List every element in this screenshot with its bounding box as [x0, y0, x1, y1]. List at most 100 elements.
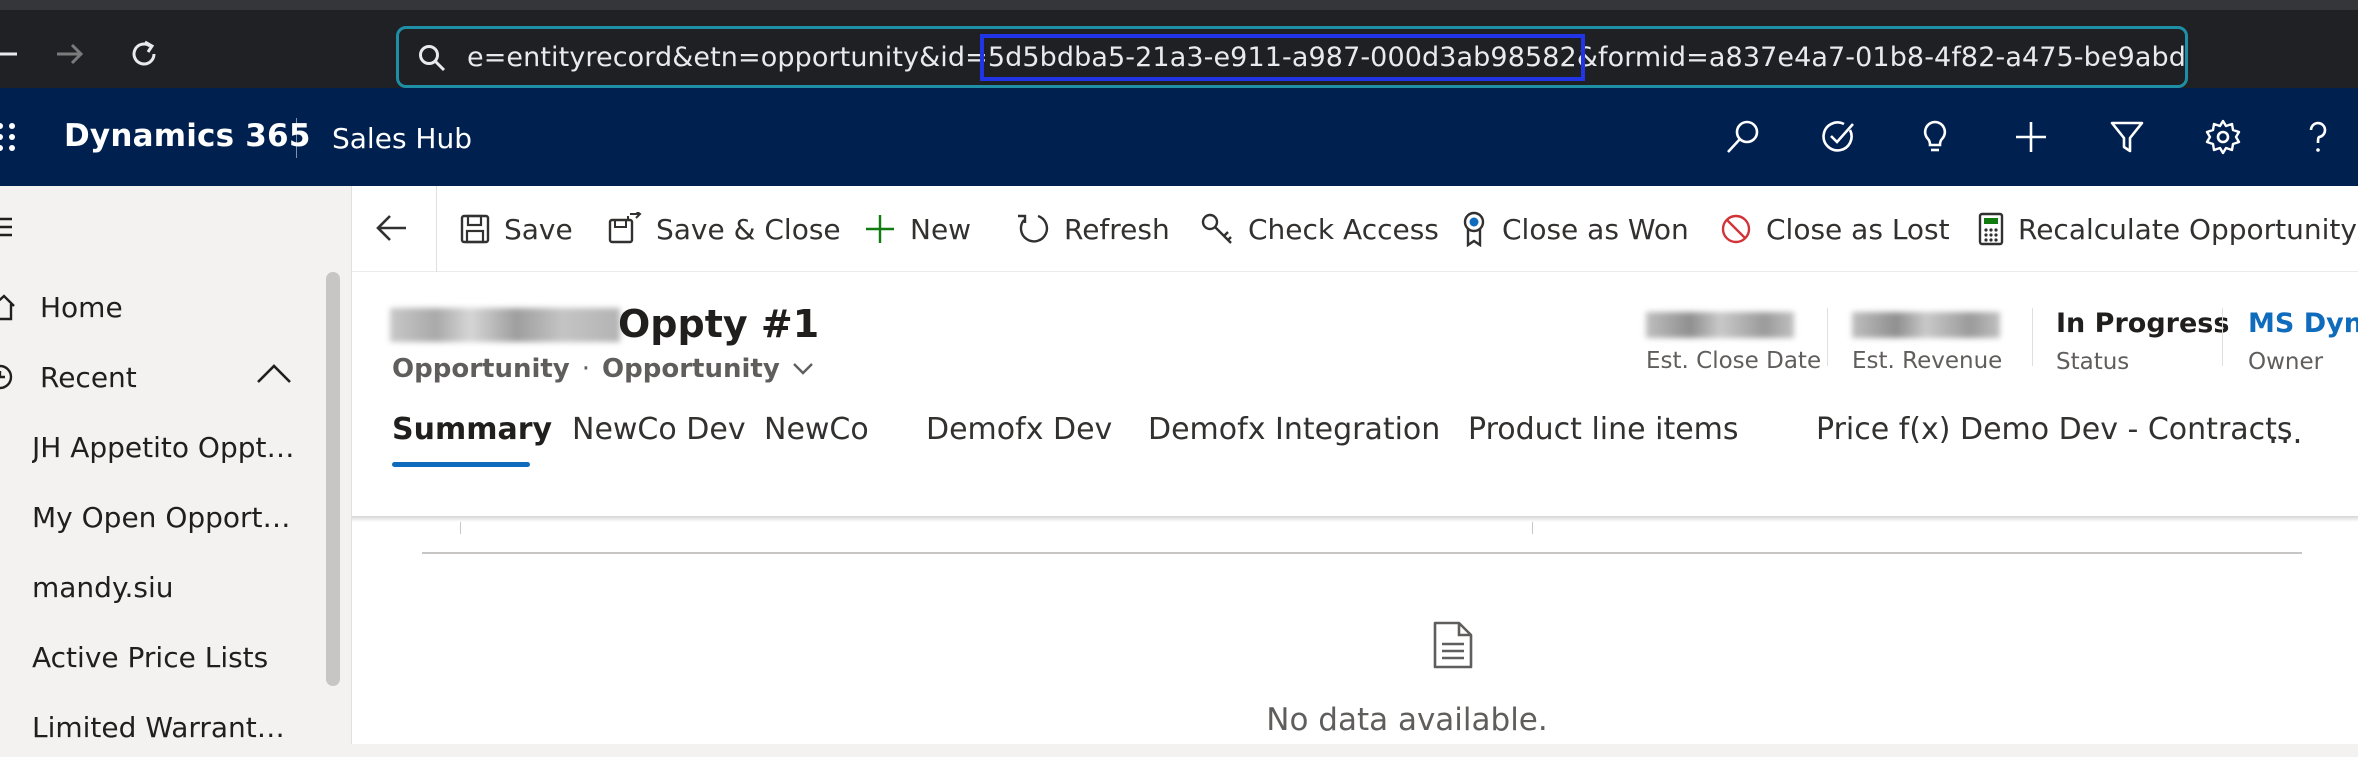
grid-header-line	[422, 552, 2302, 554]
save-close-icon	[608, 212, 642, 244]
header-help-button[interactable]	[2295, 114, 2341, 160]
browser-back-button[interactable]	[0, 36, 22, 72]
url-text[interactable]: e=entityrecord&etn=opportunity&id=5d5bdb…	[467, 34, 2185, 81]
tab-newco-dev[interactable]: NewCo Dev	[572, 412, 746, 447]
record-form: Oppty #1 Opportunity · Opportunity Est. …	[352, 272, 2358, 744]
subtitle-separator: ·	[581, 354, 591, 384]
sidebar-recent-item[interactable]: mandy.siu	[0, 557, 320, 617]
header-field-caption: Est. Revenue	[1852, 348, 2003, 374]
sidebar-item-recent[interactable]: Recent	[0, 347, 320, 407]
record-subtitle: Opportunity · Opportunity	[392, 354, 814, 384]
url-prefix: e=entityrecord&etn=opportunity&id	[467, 42, 966, 73]
sidebar-recent-item[interactable]: My Open Opportu...	[0, 487, 320, 547]
record-title[interactable]: Oppty #1	[618, 302, 819, 346]
sidebar-item-label: JH Appetito Oppty ...	[32, 430, 300, 464]
app-launcher-icon[interactable]	[0, 122, 18, 152]
header-tasks-button[interactable]	[1815, 114, 1861, 160]
tab-demofx-integration[interactable]: Demofx Integration	[1148, 412, 1440, 447]
header-field-owner[interactable]: MS Dyna Owner	[2248, 308, 2358, 375]
header-field-status[interactable]: In Progress Status	[2056, 308, 2229, 375]
refresh-button-label: Refresh	[1064, 212, 1170, 246]
url-separator: =	[965, 42, 988, 73]
tab-price-fx-demo-dev-contracts[interactable]: Price f(x) Demo Dev - Contracts	[1816, 412, 2293, 447]
header-field-est-revenue[interactable]: Est. Revenue	[1852, 308, 2002, 374]
recalculate-opportunity-button-label: Recalculate Opportunity	[2018, 212, 2357, 246]
key-icon	[1201, 213, 1232, 244]
document-icon	[1432, 620, 1474, 670]
recalculate-opportunity-button[interactable]: Recalculate Opportunity	[1978, 186, 2357, 272]
tab-product-line-items[interactable]: Product line items	[1468, 412, 1739, 447]
header-divider	[296, 118, 297, 158]
sidebar-item-label: Active Price Lists	[32, 640, 269, 674]
sidebar-scrollbar[interactable]	[326, 272, 340, 686]
redacted-title-prefix	[390, 308, 620, 342]
entity-name: Opportunity	[392, 354, 570, 384]
header-field-divider	[2032, 308, 2033, 366]
browser-reload-button[interactable]	[126, 36, 162, 72]
header-field-caption: Owner	[2248, 349, 2324, 375]
sidebar-item-label: mandy.siu	[32, 570, 174, 604]
new-button[interactable]: New	[864, 186, 971, 272]
chevron-down-icon	[792, 363, 813, 375]
address-bar[interactable]: e=entityrecord&etn=opportunity&id=5d5bdb…	[396, 26, 2188, 88]
close-as-won-button[interactable]: Close as Won	[1460, 186, 1689, 272]
hamburger-menu-icon[interactable]	[0, 216, 16, 238]
sitemap-sidebar: Home Recent JH Appetito Oppty ... My Ope…	[0, 186, 352, 744]
reload-icon	[132, 40, 156, 66]
redacted-value	[1852, 312, 2000, 338]
tab-summary[interactable]: Summary	[392, 412, 552, 447]
search-icon	[417, 43, 447, 73]
task-check-icon	[1822, 121, 1854, 152]
close-as-won-button-label: Close as Won	[1502, 212, 1689, 246]
sidebar-recent-item[interactable]: Limited Warranty P...	[0, 697, 320, 757]
lightbulb-icon	[1923, 120, 1947, 152]
header-search-button[interactable]	[1720, 114, 1766, 160]
header-new-button[interactable]	[2008, 114, 2054, 160]
home-icon	[0, 292, 16, 322]
sidebar-recent-item[interactable]: JH Appetito Oppty ...	[0, 417, 320, 477]
tab-newco[interactable]: NewCo	[764, 412, 869, 447]
more-tabs-button[interactable]: ···	[2268, 422, 2305, 460]
url-selected-id[interactable]: 5d5bdba5-21a3-e911-a987-000d3ab98582	[979, 34, 1585, 81]
browser-toolbar: e=entityrecord&etn=opportunity&id=5d5bdb…	[0, 0, 2358, 88]
tab-demofx-dev[interactable]: Demofx Dev	[926, 412, 1112, 447]
browser-forward-button[interactable]	[52, 36, 88, 72]
check-access-button-label: Check Access	[1248, 212, 1439, 246]
header-field-caption: Est. Close Date	[1646, 348, 1822, 374]
new-button-label: New	[910, 212, 972, 246]
status-value: In Progress	[2056, 308, 2230, 339]
chevron-up-icon[interactable]	[256, 363, 292, 385]
filter-icon	[2110, 121, 2144, 153]
save-close-button[interactable]: Save & Close	[608, 186, 841, 272]
header-settings-button[interactable]	[2200, 114, 2246, 160]
header-field-divider	[1827, 308, 1828, 366]
save-close-button-label: Save & Close	[656, 212, 841, 246]
command-bar: Save Save & Close New Refresh Check Acce…	[352, 186, 2358, 272]
owner-link[interactable]: MS Dyna	[2248, 308, 2358, 339]
sidebar-item-label: Recent	[40, 360, 137, 394]
header-field-est-close-date[interactable]: Est. Close Date	[1646, 308, 1821, 374]
grid-column-divider	[460, 522, 461, 534]
form-selector[interactable]: Opportunity	[602, 354, 780, 384]
check-access-button[interactable]: Check Access	[1200, 186, 1439, 272]
refresh-icon	[1018, 214, 1049, 243]
header-ideas-button[interactable]	[1912, 114, 1958, 160]
plus-icon	[2016, 122, 2046, 152]
save-icon	[460, 214, 490, 244]
save-button[interactable]: Save	[460, 186, 573, 272]
app-area[interactable]: Sales Hub	[332, 122, 472, 155]
refresh-button[interactable]: Refresh	[1016, 186, 1170, 272]
app-header: Dynamics 365 Sales Hub	[0, 88, 2358, 186]
header-filter-button[interactable]	[2104, 114, 2150, 160]
sidebar-item-home[interactable]: Home	[0, 277, 320, 337]
close-as-lost-button[interactable]: Close as Lost	[1720, 186, 1950, 272]
plus-icon	[866, 215, 894, 243]
sidebar-item-label: My Open Opportu...	[32, 500, 300, 534]
calculator-icon	[1978, 212, 2004, 246]
clock-icon	[0, 362, 16, 392]
tab-content: No data available.	[392, 522, 2358, 744]
sidebar-recent-item[interactable]: Active Price Lists	[0, 627, 320, 687]
back-arrow-icon[interactable]	[372, 208, 412, 248]
header-field-divider	[2222, 308, 2223, 366]
app-title[interactable]: Dynamics 365	[64, 118, 311, 154]
